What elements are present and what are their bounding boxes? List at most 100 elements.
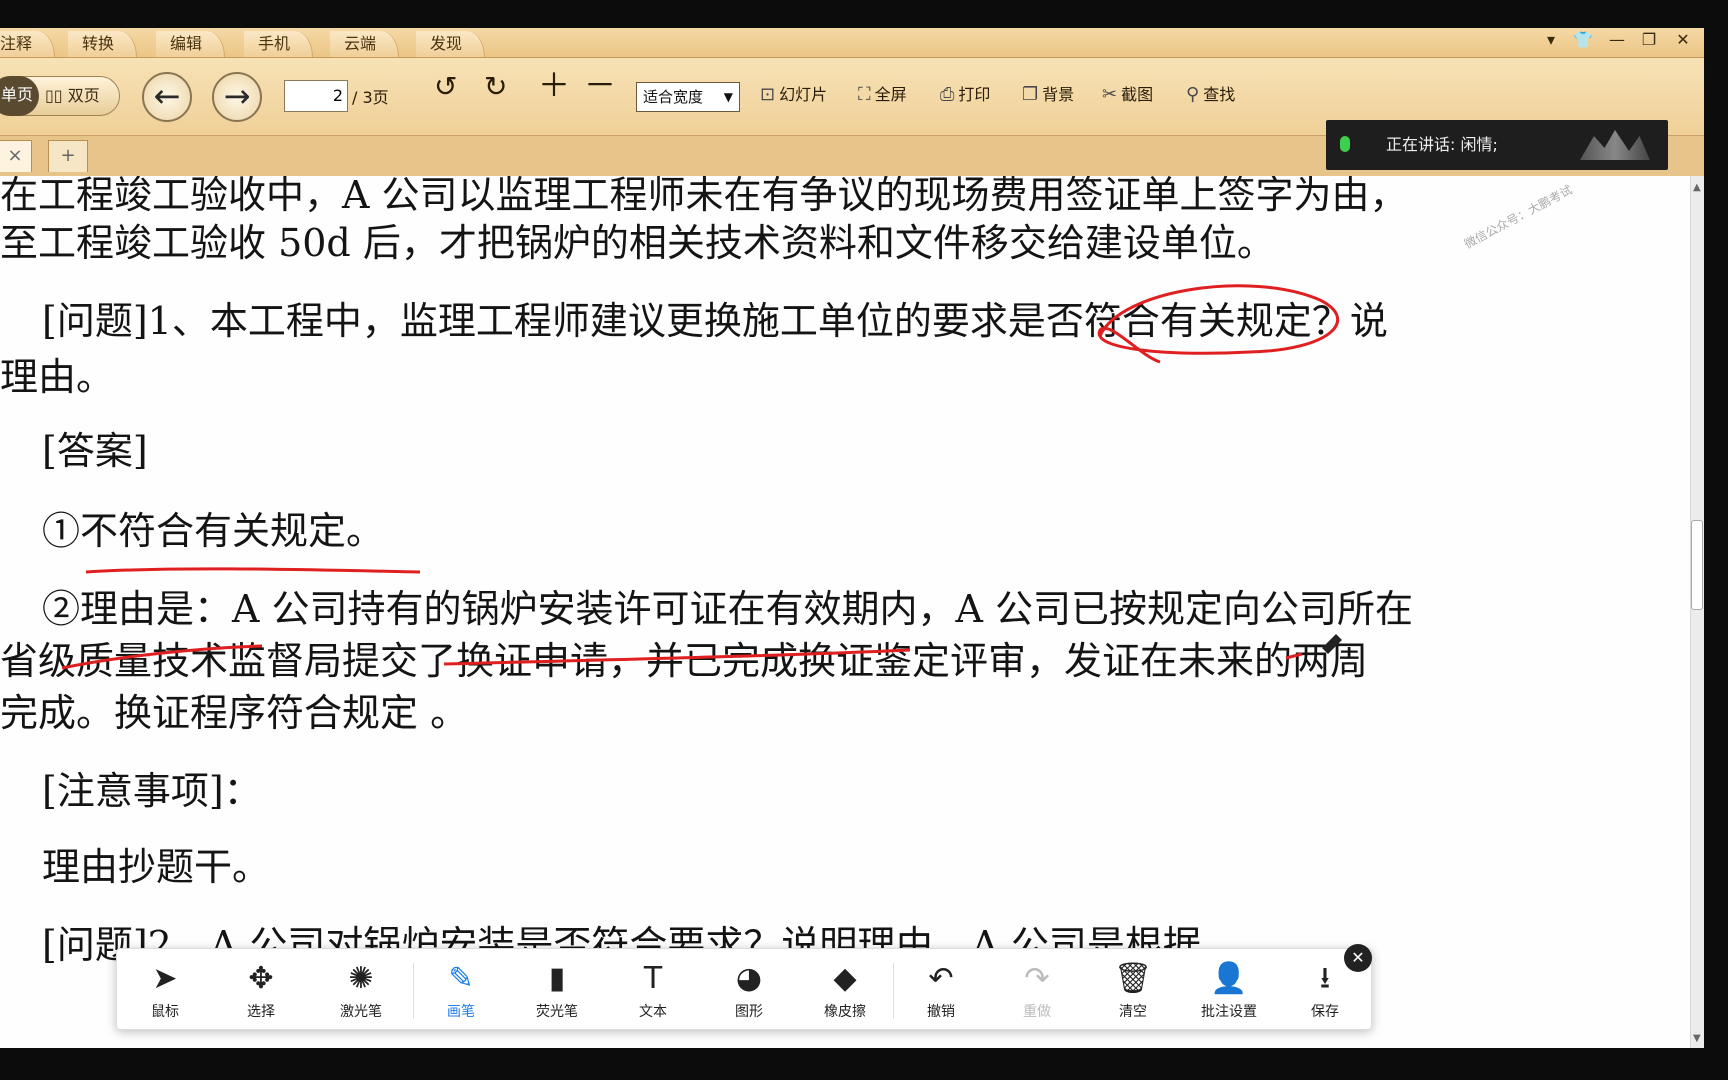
eraser-tool[interactable]: ◆ 橡皮擦 bbox=[805, 961, 885, 1021]
menu-label: 转换 bbox=[82, 34, 115, 53]
background-button[interactable]: ❐ 背景 bbox=[1022, 82, 1074, 108]
user-settings-icon: 👤 bbox=[1210, 961, 1248, 996]
double-page-icon: ▯▯ bbox=[45, 86, 63, 105]
menu-annotate[interactable]: 注释 bbox=[0, 31, 56, 57]
scroll-thumb[interactable] bbox=[1691, 520, 1703, 610]
single-page-button[interactable]: 单页 bbox=[0, 76, 39, 116]
tool-label: 文本 bbox=[639, 1004, 667, 1020]
highlighter-tool[interactable]: ▮ 荧光笔 bbox=[517, 961, 597, 1021]
tool-label: 橡皮擦 bbox=[824, 1004, 866, 1020]
speaking-label: 正在讲话: 闲情; bbox=[1386, 135, 1498, 154]
menu-label: 注释 bbox=[0, 34, 33, 53]
double-page-label: 双页 bbox=[67, 86, 100, 105]
find-label: 查找 bbox=[1203, 85, 1236, 104]
doc-line: [注意事项]： bbox=[42, 769, 262, 813]
laser-pointer-tool[interactable]: ✺ 激光笔 bbox=[321, 961, 401, 1021]
shape-icon: ◕ bbox=[735, 961, 763, 996]
annotation-settings-button[interactable]: 👤 批注设置 bbox=[1189, 961, 1269, 1021]
print-button[interactable]: ⎙ 打印 bbox=[940, 82, 990, 108]
search-icon: ⚲ bbox=[1186, 84, 1200, 105]
back-arrow-icon[interactable]: ← bbox=[142, 72, 192, 122]
tab-close-icon[interactable]: × bbox=[0, 140, 32, 172]
top-black-bar bbox=[0, 0, 1728, 28]
doc-line: 完成。换证程序符合规定 。 bbox=[0, 691, 469, 735]
tool-label: 撤销 bbox=[927, 1004, 955, 1020]
skin-icon[interactable]: 👕 bbox=[1572, 30, 1594, 49]
scroll-up-icon[interactable]: ▲ bbox=[1693, 182, 1701, 193]
add-tab-button[interactable]: + bbox=[48, 140, 88, 172]
tool-label: 画笔 bbox=[447, 1004, 475, 1020]
doc-line: 理由抄题干。 bbox=[42, 845, 271, 889]
speaker-avatar bbox=[1580, 130, 1650, 160]
tool-label: 鼠标 bbox=[151, 1004, 179, 1020]
select-tool[interactable]: ✥ 选择 bbox=[221, 961, 301, 1021]
separator bbox=[413, 963, 414, 1019]
annotation-close-icon[interactable]: ✕ bbox=[1344, 944, 1372, 972]
redo-button[interactable]: ↷ 重做 bbox=[997, 961, 1077, 1021]
page-total: / 3页 bbox=[352, 88, 389, 107]
scroll-down-icon[interactable]: ▼ bbox=[1693, 1033, 1701, 1044]
right-black-edge bbox=[1704, 28, 1728, 1048]
cursor-icon: ➤ bbox=[152, 961, 178, 996]
find-button[interactable]: ⚲ 查找 bbox=[1186, 82, 1235, 108]
printer-icon: ⎙ bbox=[940, 84, 955, 105]
fullscreen-button[interactable]: ⛶ 全屏 bbox=[858, 82, 907, 108]
view-mode-toggle: 单页 ▯▯ 双页 bbox=[0, 76, 120, 116]
print-label: 打印 bbox=[958, 85, 991, 104]
single-page-label: 单页 bbox=[1, 85, 34, 104]
screenshot-button[interactable]: ✂ 截图 bbox=[1102, 82, 1153, 108]
rotate-right-icon[interactable]: ↻ bbox=[484, 73, 507, 101]
zoom-out-icon[interactable]: － bbox=[584, 69, 616, 101]
restore-button[interactable]: ❐ bbox=[1638, 30, 1660, 49]
screenshot-label: 截图 bbox=[1121, 85, 1154, 104]
menu-convert[interactable]: 转换 bbox=[68, 31, 138, 57]
slideshow-button[interactable]: ⊡ 幻灯片 bbox=[760, 82, 827, 108]
menu-bar: 注释 转换 编辑 手机 云端 发现 bbox=[0, 28, 1704, 58]
doc-line: ②理由是：A 公司持有的锅炉安装许可证在有效期内，A 公司已按规定向公司所在 bbox=[42, 587, 1414, 631]
chevron-down-icon: ▼ bbox=[723, 90, 733, 104]
fullscreen-icon: ⛶ bbox=[858, 84, 871, 105]
pen-icon: ✎ bbox=[448, 961, 474, 996]
doc-line: [问题]1、本工程中，监理工程师建议更换施工单位的要求是否符合有关规定？说 bbox=[42, 299, 1388, 343]
background-label: 背景 bbox=[1042, 85, 1075, 104]
tool-label: 激光笔 bbox=[340, 1004, 382, 1020]
shape-tool[interactable]: ◕ 图形 bbox=[709, 961, 789, 1021]
menu-cloud[interactable]: 云端 bbox=[330, 31, 400, 57]
zoom-in-icon[interactable]: ＋ bbox=[538, 69, 570, 101]
laser-icon: ✺ bbox=[348, 961, 374, 996]
mouse-tool[interactable]: ➤ 鼠标 bbox=[125, 961, 205, 1021]
menu-label: 手机 bbox=[258, 34, 291, 53]
eraser-icon: ◆ bbox=[833, 961, 857, 996]
rotate-left-icon[interactable]: ↺ bbox=[434, 73, 457, 101]
pen-tool[interactable]: ✎ 画笔 bbox=[421, 961, 501, 1021]
menu-label: 发现 bbox=[430, 34, 463, 53]
text-tool[interactable]: T 文本 bbox=[613, 961, 693, 1021]
tool-label: 荧光笔 bbox=[536, 1004, 578, 1020]
menu-discover[interactable]: 发现 bbox=[416, 31, 486, 57]
tool-label: 批注设置 bbox=[1201, 1004, 1257, 1020]
undo-button[interactable]: ↶ 撤销 bbox=[901, 961, 981, 1021]
menu-label: 云端 bbox=[344, 34, 377, 53]
background-icon: ❐ bbox=[1022, 84, 1039, 105]
undo-icon: ↶ bbox=[928, 961, 954, 996]
forward-arrow-icon[interactable]: → bbox=[212, 72, 262, 122]
tool-label: 清空 bbox=[1119, 1004, 1147, 1020]
vertical-scrollbar[interactable]: ▲ ▼ bbox=[1690, 176, 1704, 1048]
minimize-button[interactable]: — bbox=[1606, 30, 1628, 49]
doc-line: [答案] bbox=[42, 429, 148, 473]
separator bbox=[893, 963, 894, 1019]
page-number-input[interactable]: 2 bbox=[284, 80, 348, 112]
zoom-select[interactable]: 适合宽度 ▼ bbox=[636, 82, 740, 112]
fullscreen-label: 全屏 bbox=[874, 85, 907, 104]
close-button[interactable]: ✕ bbox=[1672, 30, 1694, 49]
text-icon: T bbox=[643, 961, 663, 996]
double-page-button[interactable]: ▯▯ 双页 bbox=[45, 77, 100, 115]
menu-phone[interactable]: 手机 bbox=[244, 31, 314, 57]
zoom-value: 适合宽度 bbox=[643, 88, 704, 106]
bottom-black-bar bbox=[0, 1048, 1728, 1080]
clear-button[interactable]: 🗑 清空 bbox=[1093, 961, 1173, 1021]
menu-edit[interactable]: 编辑 bbox=[156, 31, 226, 57]
doc-line: 理由。 bbox=[0, 355, 115, 399]
redo-icon: ↷ bbox=[1024, 961, 1050, 996]
dropdown-icon[interactable]: ▾ bbox=[1540, 30, 1562, 49]
